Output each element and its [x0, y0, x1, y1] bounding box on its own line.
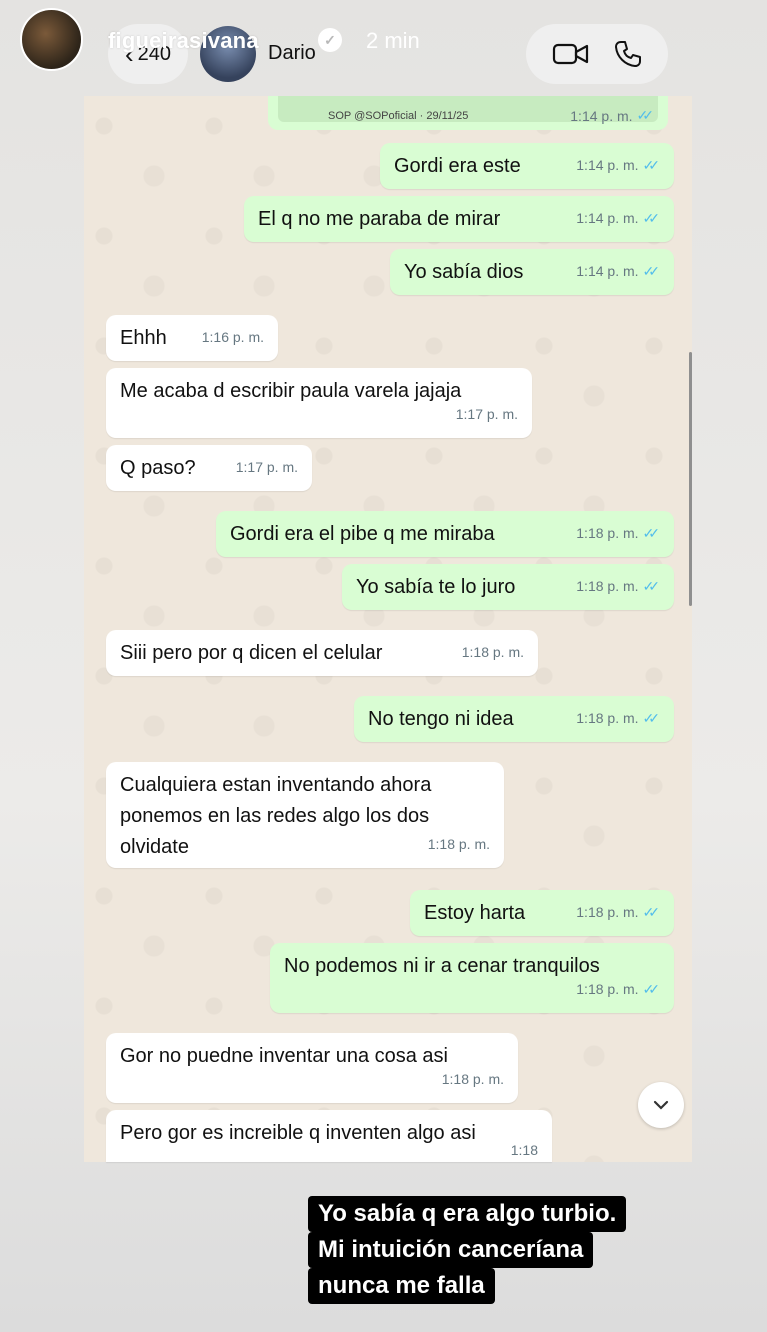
message-bubble-outgoing[interactable]: El q no me paraba de mirar 1:14 p. m. ✓✓: [244, 196, 674, 242]
message-text: No podemos ni ir a cenar tranquilos: [284, 955, 600, 977]
message-meta: 1:18 p. m.: [428, 829, 490, 860]
caption-line: nunca me falla: [308, 1268, 495, 1304]
message-time: 1:18 p. m.: [576, 525, 639, 541]
message-meta: 1:17 p. m.: [456, 399, 518, 430]
message-bubble-incoming[interactable]: Ehhh 1:16 p. m.: [106, 315, 278, 361]
message-text: Pero gor es increible q inventen algo as…: [120, 1122, 476, 1144]
quoted-message-bubble[interactable]: SOP @SOPoficial · 29/11/25 1:14 p. m. ✓✓: [268, 96, 668, 130]
message-time: 1:14 p. m.: [576, 157, 639, 173]
message-time: 1:18 p. m.: [576, 981, 639, 997]
message-meta: 1:18 p. m.: [442, 1064, 504, 1095]
read-ticks-icon: ✓✓: [642, 525, 661, 541]
message-time: 1:18: [510, 1142, 538, 1158]
message-text: Gordi era el pibe q me miraba: [230, 523, 495, 545]
story-author-username[interactable]: figueirasivana: [108, 28, 259, 54]
message-text: Gor no puedne inventar una cosa asi: [120, 1045, 448, 1067]
read-ticks-icon: ✓✓: [636, 107, 655, 123]
message-text: El q no me paraba de mirar: [258, 208, 501, 230]
message-text: Gordi era este: [394, 155, 521, 177]
quoted-tweet-text: SOP @SOPoficial · 29/11/25: [328, 110, 469, 122]
message-meta: 1:14 p. m. ✓✓: [576, 256, 660, 287]
message-text: Siii pero por q dicen el celular: [120, 642, 383, 664]
message-time: 1:17 p. m.: [455, 406, 518, 422]
message-meta: 1:17 p. m.: [236, 452, 298, 483]
message-meta: 1:18: [511, 1135, 538, 1166]
message-meta: 1:14 p. m. ✓✓: [576, 150, 660, 181]
message-time: 1:14 p. m.: [576, 263, 639, 279]
read-ticks-icon: ✓✓: [642, 904, 661, 920]
read-ticks-icon: ✓✓: [642, 263, 661, 279]
read-ticks-icon: ✓✓: [642, 210, 661, 226]
message-bubble-outgoing[interactable]: Gordi era el pibe q me miraba 1:18 p. m.…: [216, 511, 674, 557]
caption-line: Yo sabía q era algo turbio.: [308, 1196, 627, 1232]
message-bubble-incoming[interactable]: Gor no puedne inventar una cosa asi 1:18…: [106, 1033, 518, 1103]
message-meta: 1:18 p. m. ✓✓: [576, 897, 660, 928]
read-ticks-icon: ✓✓: [642, 578, 661, 594]
story-caption: Yo sabía q era algo turbio. Mi intuición…: [308, 1196, 627, 1304]
message-bubble-outgoing[interactable]: Estoy harta 1:18 p. m. ✓✓: [410, 890, 674, 936]
read-ticks-icon: ✓✓: [642, 157, 661, 173]
message-text: Yo sabía te lo juro: [356, 576, 516, 598]
call-actions: [526, 24, 668, 84]
message-time: 1:18 p. m.: [427, 836, 490, 852]
message-bubble-outgoing[interactable]: Gordi era este 1:14 p. m. ✓✓: [380, 143, 674, 189]
message-bubble-outgoing[interactable]: No podemos ni ir a cenar tranquilos 1:18…: [270, 943, 674, 1013]
message-meta: 1:14 p. m. ✓✓: [570, 107, 654, 124]
message-meta: 1:18 p. m.: [462, 637, 524, 668]
message-text: Estoy harta: [424, 902, 526, 924]
message-time: 1:14 p. m.: [576, 210, 639, 226]
message-meta: 1:18 p. m. ✓✓: [576, 703, 660, 734]
message-bubble-incoming[interactable]: Pero gor es increible q inventen algo as…: [106, 1110, 552, 1162]
read-ticks-icon: ✓✓: [642, 710, 661, 726]
message-meta: 1:14 p. m. ✓✓: [576, 203, 660, 234]
chevron-down-icon: [653, 1100, 669, 1110]
message-time: 1:17 p. m.: [235, 459, 298, 475]
story-frame: SOP @SOPoficial · 29/11/25 1:14 p. m. ✓✓…: [0, 0, 767, 1332]
message-bubble-outgoing[interactable]: Yo sabía te lo juro 1:18 p. m. ✓✓: [342, 564, 674, 610]
message-time: 1:18 p. m.: [461, 644, 524, 660]
message-bubble-outgoing[interactable]: Yo sabía dios 1:14 p. m. ✓✓: [390, 249, 674, 295]
message-meta: 1:18 p. m. ✓✓: [576, 518, 660, 549]
story-author-avatar[interactable]: [20, 8, 83, 71]
message-time: 1:18 p. m.: [576, 578, 639, 594]
message-time: 1:18 p. m.: [441, 1071, 504, 1087]
read-ticks-icon: ✓✓: [642, 981, 661, 997]
caption-line: Mi intuición canceríana: [308, 1232, 594, 1268]
phone-icon[interactable]: [613, 39, 643, 69]
message-text: Me acaba d escribir paula varela jajaja: [120, 380, 462, 402]
message-bubble-incoming[interactable]: Me acaba d escribir paula varela jajaja …: [106, 368, 532, 438]
message-bubble-incoming[interactable]: Cualquiera estan inventando ahora ponemo…: [106, 762, 504, 868]
contact-name[interactable]: Dario: [268, 42, 316, 65]
message-text: Q paso?: [120, 457, 196, 479]
message-text: Cualquiera estan inventando ahora ponemo…: [120, 774, 432, 858]
message-meta: 1:18 p. m. ✓✓: [576, 974, 660, 1005]
message-bubble-outgoing[interactable]: No tengo ni idea 1:18 p. m. ✓✓: [354, 696, 674, 742]
message-bubble-incoming[interactable]: Q paso? 1:17 p. m.: [106, 445, 312, 491]
verified-badge-icon: ✓: [318, 28, 342, 52]
message-time: 1:18 p. m.: [576, 904, 639, 920]
message-meta: 1:18 p. m. ✓✓: [576, 571, 660, 602]
message-time: 1:14 p. m.: [570, 107, 633, 124]
message-time: 1:16 p. m.: [201, 329, 264, 345]
video-call-icon[interactable]: [552, 41, 590, 67]
message-text: Ehhh: [120, 327, 167, 349]
message-bubble-incoming[interactable]: Siii pero por q dicen el celular 1:18 p.…: [106, 630, 538, 676]
scroll-to-bottom-button[interactable]: [638, 1082, 684, 1128]
message-meta: 1:16 p. m.: [202, 322, 264, 353]
message-text: Yo sabía dios: [404, 261, 524, 283]
chat-scrollbar[interactable]: [689, 352, 692, 606]
message-text: No tengo ni idea: [368, 708, 514, 730]
story-timestamp: 2 min: [366, 28, 420, 53]
message-time: 1:18 p. m.: [576, 710, 639, 726]
